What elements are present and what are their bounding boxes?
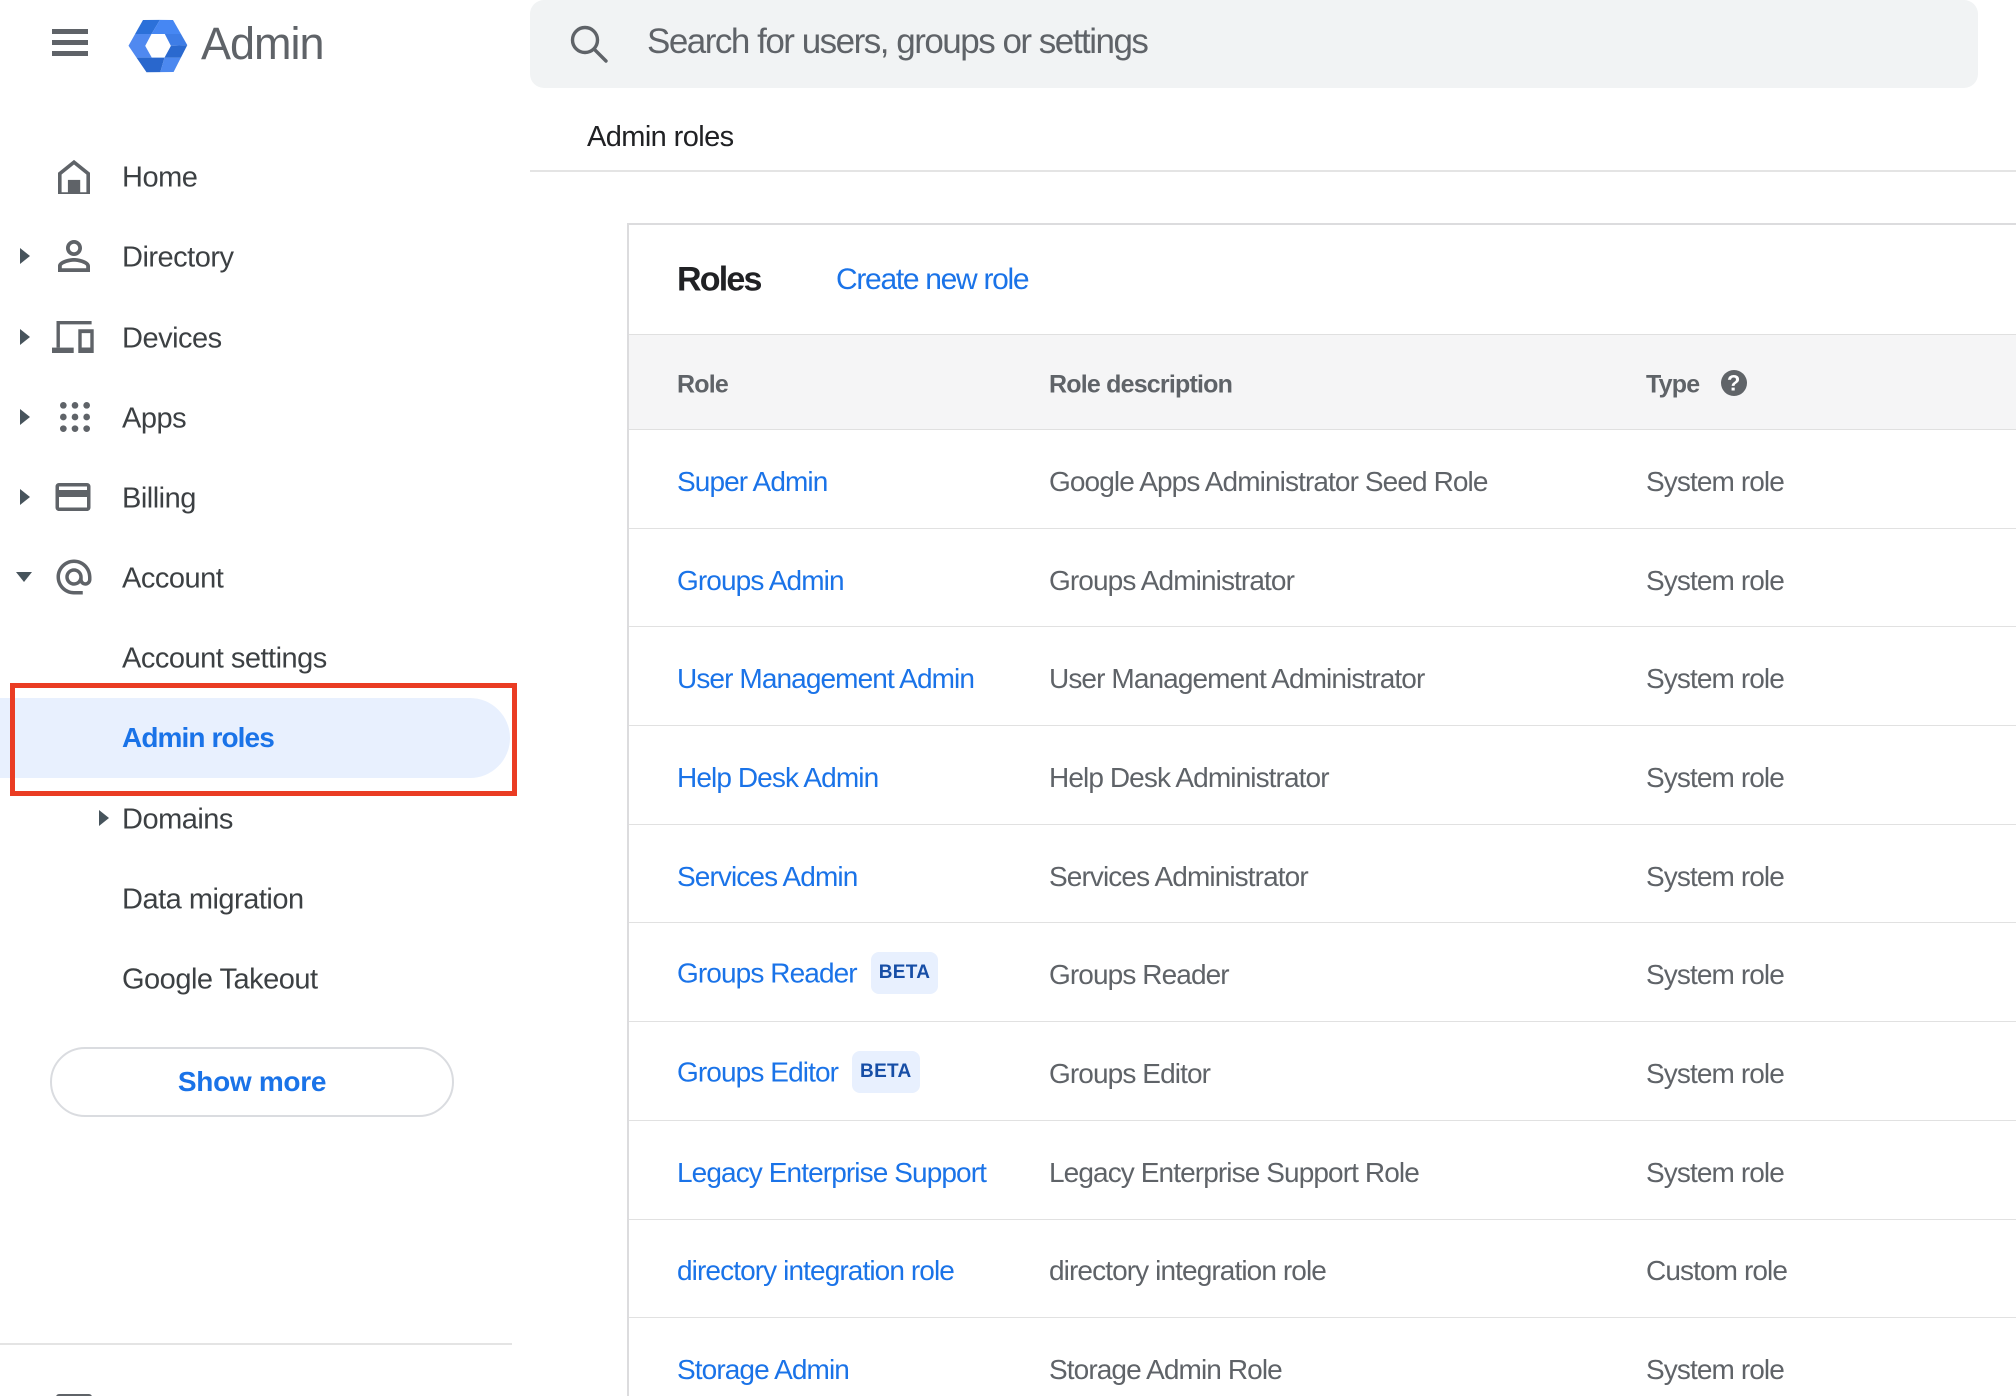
svg-text:?: ? xyxy=(1727,371,1740,396)
